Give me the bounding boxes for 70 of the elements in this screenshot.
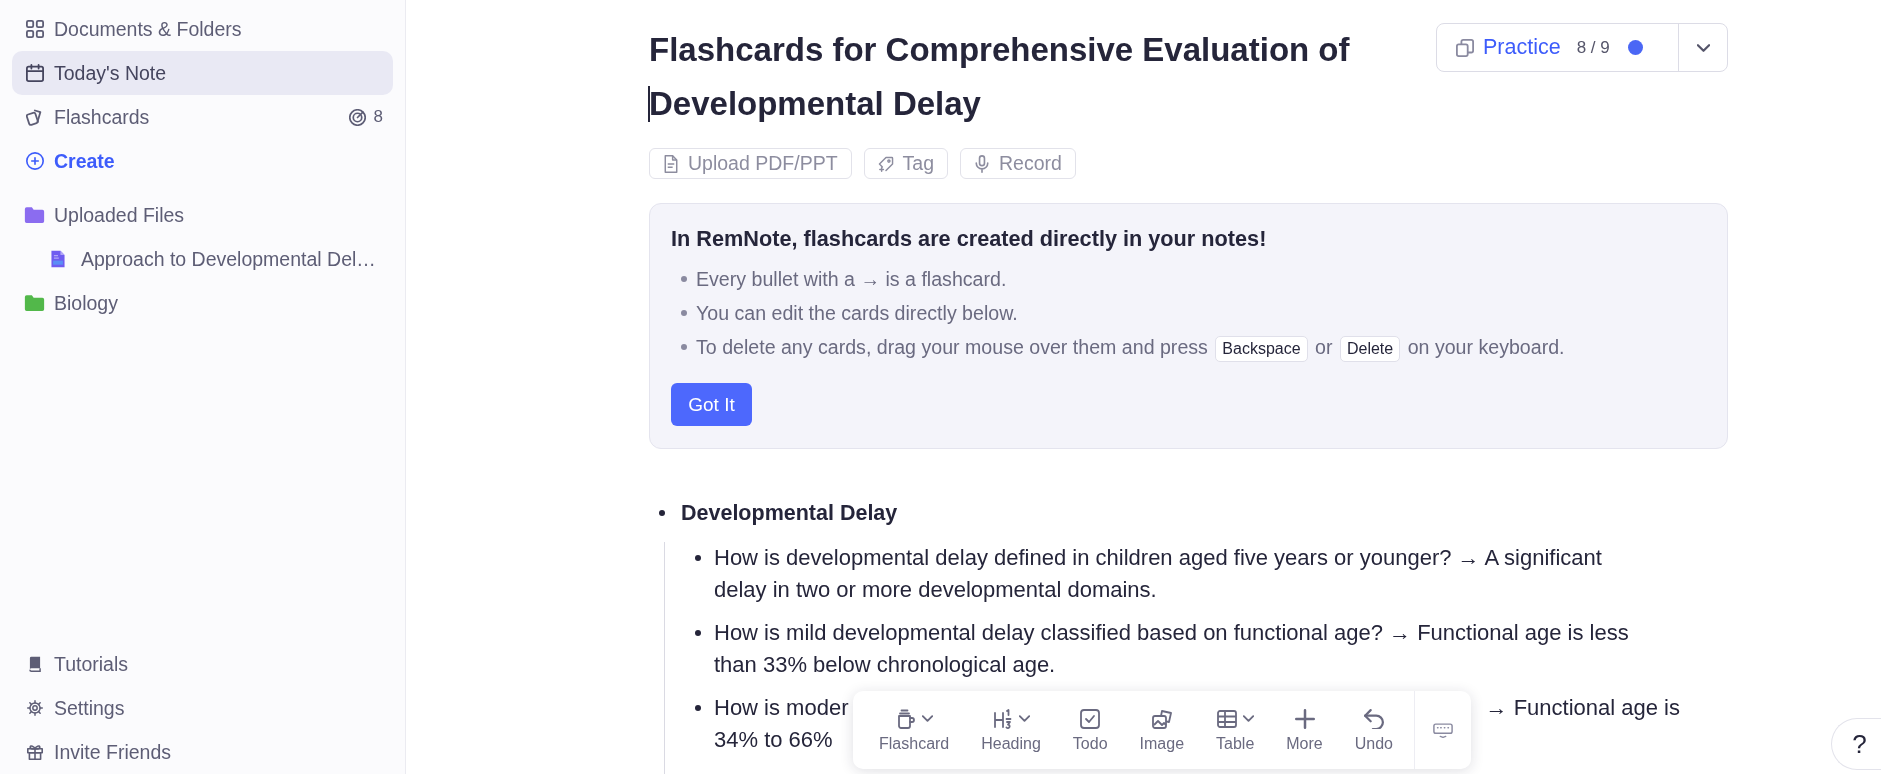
flashcard-text: How is mild developmental delay classified based on functional age? → Functional age is less than 33% below chronological age.: [714, 619, 1630, 679]
table-icon: [1216, 708, 1237, 729]
bullet-icon: [695, 555, 701, 561]
flashcard-text: How is moder: [714, 694, 849, 722]
settings-icon: [27, 700, 43, 716]
chevron-down-icon: [1696, 43, 1710, 52]
tutorials-nav-item[interactable]: Tutorials: [12, 642, 393, 686]
got-it-button[interactable]: Got It: [671, 383, 752, 426]
tip-heading: In RemNote, flashcards are created directly in your notes!: [671, 225, 1268, 253]
flashcard-text: → Functional age is: [1485, 694, 1680, 722]
checkbox-icon: [1080, 708, 1101, 729]
outline-heading: Developmental Delay: [681, 500, 898, 526]
card-count: 8 / 9: [1576, 37, 1610, 58]
tip-text: To delete any cards, drag your mouse over them and press: [696, 336, 1208, 358]
bullet-icon: [681, 310, 687, 316]
microphone-icon: [974, 154, 990, 173]
help-button[interactable]: ?: [1831, 718, 1881, 770]
gift-icon: [27, 744, 43, 760]
bullet-icon: [659, 510, 665, 516]
grid-icon: [26, 20, 44, 38]
image-tool[interactable]: Image: [1131, 707, 1193, 753]
todo-tool[interactable]: Todo: [1064, 707, 1116, 753]
plus-icon: [1294, 708, 1315, 729]
target-icon: [348, 108, 366, 126]
file-nav-item[interactable]: Approach to Developmental Del…: [12, 237, 393, 281]
text-cursor: [648, 86, 650, 122]
book-icon: [27, 656, 43, 672]
bullet-icon: [681, 276, 687, 282]
keyboard-key: Delete: [1339, 335, 1401, 362]
record-button[interactable]: Record: [960, 148, 1076, 179]
calendar-icon: [26, 64, 44, 82]
flashcard-text: 34% to 66%: [714, 726, 833, 754]
flashcard-text: How is developmental delay defined in children aged five years or younger? → A significant delay in two or more developmental domains.: [714, 544, 1603, 604]
undo-tool[interactable]: Undo: [1346, 707, 1401, 753]
add-icon: [26, 152, 44, 170]
tip-text: on your keyboard.: [1407, 336, 1565, 358]
keyboard-key: Backspace: [1215, 335, 1308, 362]
tip-text: Every bullet with a → is a flashcard.: [696, 268, 1007, 290]
due-count: 8: [373, 107, 383, 127]
bullet-icon: [681, 344, 687, 350]
folder-nav-item[interactable]: Biology: [12, 281, 393, 325]
document-title: Flashcards for Comprehensive Evaluation of Developmental Delay: [649, 30, 1351, 124]
undo-icon: [1363, 708, 1384, 729]
pdf-file-icon: [49, 250, 67, 268]
more-tool[interactable]: More: [1278, 707, 1331, 753]
status-dot-icon: [1627, 40, 1643, 55]
folder-nav-item[interactable]: Uploaded Files: [12, 193, 393, 237]
invite-nav-item[interactable]: Invite Friends: [12, 730, 393, 774]
image-icon: [1151, 708, 1172, 729]
document-icon: [663, 154, 679, 173]
keyboard-icon: [1433, 722, 1453, 738]
tip-text: You can edit the cards directly below.: [696, 302, 1018, 324]
table-tool[interactable]: Table: [1208, 707, 1263, 753]
card-stack-icon: [895, 708, 916, 729]
tag-button[interactable]: Tag: [863, 148, 948, 179]
heading-tool[interactable]: Heading: [973, 707, 1049, 753]
settings-nav-item[interactable]: Settings: [12, 686, 393, 730]
heading-icon: [992, 708, 1013, 729]
cards-icon: [26, 108, 44, 126]
cards-icon: [1456, 38, 1474, 57]
create-button[interactable]: Create: [12, 139, 393, 183]
flashcard-tool[interactable]: Flashcard: [871, 707, 958, 753]
upload-button[interactable]: Upload PDF/PPT: [649, 148, 852, 179]
documents-nav-item[interactable]: Documents & Folders: [12, 7, 393, 51]
bullet-icon: [695, 630, 701, 636]
flashcards-nav-item[interactable]: Flashcards 8: [12, 95, 393, 139]
bullet-icon: [695, 705, 701, 711]
tip-text: or: [1315, 336, 1333, 358]
todays-note-nav-item[interactable]: Today's Note: [12, 51, 393, 95]
tag-icon: [877, 154, 894, 173]
